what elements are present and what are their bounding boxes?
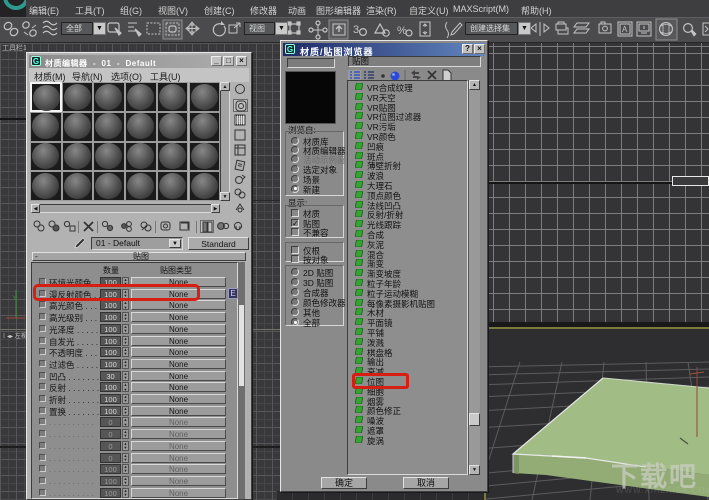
svg-text:A: A [622, 25, 628, 34]
svg-text:3: 3 [353, 24, 359, 36]
svg-text:%: % [397, 25, 407, 37]
svg-text:Y: Y [12, 295, 17, 302]
